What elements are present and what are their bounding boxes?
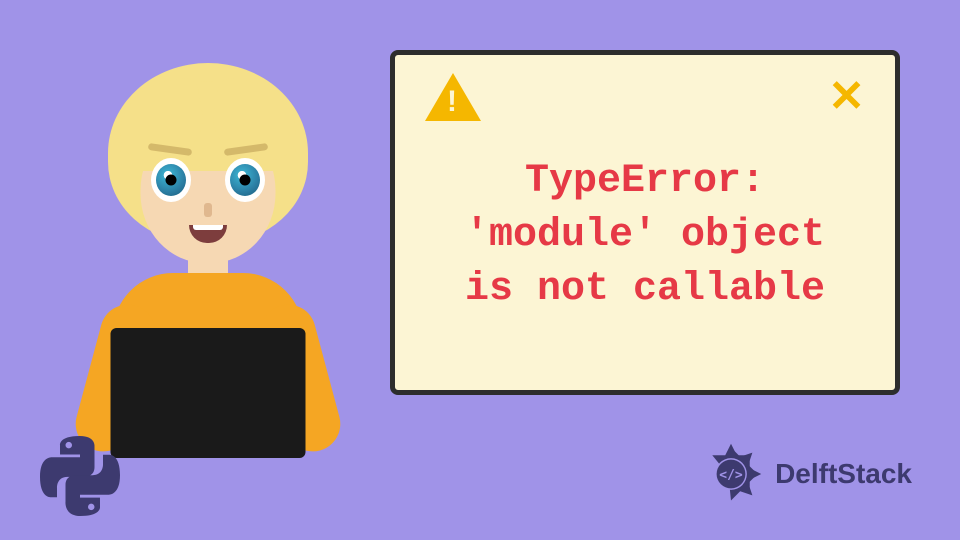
error-message: TypeError: 'module' object is not callab… — [395, 155, 895, 317]
error-dialog: ✕ TypeError: 'module' object is not call… — [390, 50, 900, 395]
close-icon: ✕ — [828, 75, 865, 119]
svg-text:</>: </> — [719, 468, 743, 483]
eye-right — [225, 158, 265, 202]
laptop — [111, 328, 306, 458]
delftstack-brand-text: DelftStack — [775, 458, 912, 490]
delftstack-logo: </> DelftStack — [695, 438, 912, 510]
eye-left — [151, 158, 191, 202]
warning-triangle-icon — [425, 73, 481, 121]
nose — [204, 203, 212, 217]
delft-emblem-icon: </> — [695, 438, 767, 510]
dialog-header: ✕ — [425, 73, 865, 121]
character-illustration — [58, 53, 358, 423]
python-icon — [40, 436, 120, 516]
